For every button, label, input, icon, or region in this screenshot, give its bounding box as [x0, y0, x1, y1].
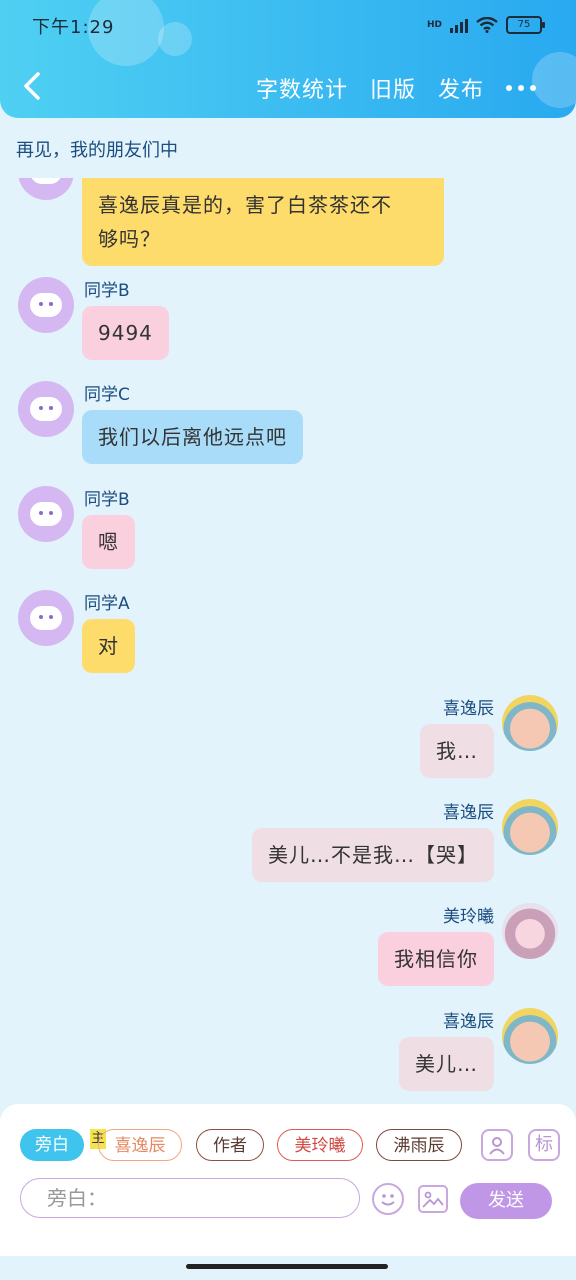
old-version-button[interactable]: 旧版	[370, 72, 416, 104]
message-bubble[interactable]: 对	[82, 619, 135, 673]
status-time: 下午1:29	[32, 17, 115, 38]
send-button[interactable]: 发送	[460, 1183, 552, 1219]
sender-name: 同学C	[84, 385, 130, 405]
message-bubble[interactable]: 9494	[82, 306, 169, 360]
status-icons: HD 75	[426, 14, 545, 36]
message-text: 嗯	[98, 530, 119, 554]
role-narrator[interactable]: 旁白	[20, 1129, 84, 1161]
emoji-icon[interactable]	[372, 1183, 404, 1215]
message-bubble[interactable]: 美儿…不是我…【哭】	[252, 828, 494, 882]
app-header: 下午1:29 HD 75 字数统计 旧版 发布	[0, 0, 576, 118]
image-icon[interactable]	[418, 1185, 448, 1213]
composer: 旁白 主 喜逸辰 作者 美玲曦 沸雨辰 标 旁白： 发送	[0, 1104, 576, 1256]
avatar[interactable]	[18, 381, 74, 437]
publish-button[interactable]: 发布	[438, 72, 484, 104]
sender-name: 美玲曦	[443, 907, 494, 927]
sender-name: 喜逸辰	[443, 699, 494, 719]
message-text: 我…	[436, 739, 478, 763]
avatar[interactable]	[18, 590, 74, 646]
message-text: 我们以后离他远点吧	[98, 425, 287, 449]
avatar[interactable]	[18, 178, 74, 200]
chat-title: 再见，我的朋友们中	[16, 140, 178, 161]
chevron-left-icon[interactable]	[18, 68, 46, 104]
message-bubble[interactable]: 我们以后离他远点吧	[82, 410, 303, 464]
message-text: 够吗？	[98, 227, 161, 251]
message-bubble[interactable]: 嗯	[82, 515, 135, 569]
battery-icon: 75	[506, 16, 545, 34]
signal-icon	[450, 17, 468, 33]
role-feiyuchen[interactable]: 沸雨辰	[376, 1129, 462, 1161]
avatar[interactable]	[502, 1008, 558, 1064]
more-dots-icon[interactable]	[506, 85, 536, 91]
sender-name: 同学A	[84, 594, 130, 614]
avatar[interactable]	[18, 486, 74, 542]
message-input[interactable]: 旁白：	[20, 1178, 360, 1218]
wifi-icon	[476, 17, 498, 33]
avatar[interactable]	[502, 799, 558, 855]
sender-name: 喜逸辰	[443, 803, 494, 823]
network-label: HD	[426, 20, 442, 30]
message-text: 对	[98, 634, 119, 658]
message-text: 美儿…	[415, 1052, 478, 1076]
word-count-button[interactable]: 字数统计	[256, 72, 348, 104]
role-author[interactable]: 作者	[196, 1129, 264, 1161]
message-text: 喜逸辰真是的，害了白茶茶还不	[98, 193, 392, 217]
avatar[interactable]	[502, 695, 558, 751]
role-meilingxi[interactable]: 美玲曦	[277, 1129, 363, 1161]
role-xiyichen[interactable]: 喜逸辰	[98, 1129, 182, 1161]
header-actions: 字数统计 旧版 发布	[256, 70, 576, 106]
message-bubble[interactable]: 美儿…	[399, 1037, 494, 1091]
person-card-icon[interactable]	[481, 1129, 513, 1161]
chat-list[interactable]: 喜逸辰真是的，害了白茶茶还不 够吗？ 同学B 9494 同学C 我们以后离他远点…	[0, 178, 576, 1103]
message-text: 我相信你	[394, 947, 478, 971]
message-text: 9494	[98, 321, 153, 345]
home-indicator[interactable]	[186, 1264, 388, 1269]
message-bubble[interactable]: 喜逸辰真是的，害了白茶茶还不 够吗？	[82, 178, 444, 266]
message-text: 美儿…不是我…【哭】	[268, 843, 478, 867]
message-bubble[interactable]: 我相信你	[378, 932, 494, 986]
sender-name: 同学B	[84, 490, 130, 510]
message-bubble[interactable]: 我…	[420, 724, 494, 778]
decor-bubble	[158, 22, 192, 56]
avatar[interactable]	[502, 903, 558, 959]
tag-icon[interactable]: 标	[528, 1129, 560, 1161]
avatar[interactable]	[18, 277, 74, 333]
sender-name: 喜逸辰	[443, 1012, 494, 1032]
sender-name: 同学B	[84, 281, 130, 301]
